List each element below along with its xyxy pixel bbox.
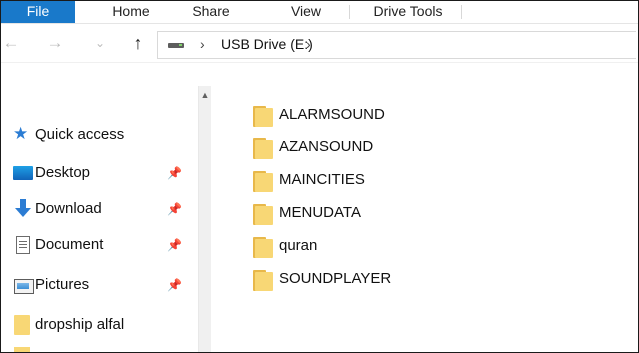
sidebar-item-dropship-folder[interactable]: dropship alfal: [1, 311, 195, 339]
star-icon: ★: [13, 124, 29, 143]
pin-icon[interactable]: 📌: [167, 231, 182, 259]
back-button[interactable]: ←: [1, 24, 21, 62]
file-name: MENUDATA: [279, 204, 361, 221]
file-name: ALARMSOUND: [279, 106, 385, 123]
folder-icon: [253, 269, 273, 291]
scroll-up-icon[interactable]: ▲: [199, 89, 211, 101]
folder-icon: [14, 347, 30, 352]
sidebar-item-label: dropship alfal: [35, 316, 125, 333]
tab-file[interactable]: File: [1, 1, 75, 23]
breadcrumb-chevron-icon[interactable]: ›: [200, 32, 205, 58]
sidebar-item-pictures[interactable]: Pictures 📌: [1, 271, 195, 299]
sidebar-item-downloads[interactable]: Download 📌: [1, 195, 195, 223]
breadcrumb-chevron-icon[interactable]: ›: [306, 32, 311, 58]
tab-home[interactable]: Home: [101, 1, 161, 23]
tab-separator: [349, 5, 350, 19]
forward-arrow-icon: →: [46, 33, 64, 52]
documents-icon: [16, 236, 30, 254]
file-name: quran: [279, 237, 318, 254]
sidebar-item-label: Desktop: [35, 164, 91, 181]
file-list: ALARMSOUND AZANSOUND MAINCITIES MENUDATA…: [213, 89, 638, 352]
sidebar-item-label: Quick access: [35, 126, 125, 143]
chevron-down-icon: ⌄: [94, 36, 106, 50]
navigation-pane: ★ Quick access Desktop 📌 Download 📌 Docu…: [1, 89, 195, 352]
pin-icon[interactable]: 📌: [167, 159, 182, 187]
tab-drive-tools[interactable]: Drive Tools: [363, 1, 453, 23]
list-item[interactable]: AZANSOUND: [249, 135, 499, 163]
folder-icon: [253, 137, 273, 159]
sidebar-item-desktop[interactable]: Desktop 📌: [1, 159, 195, 187]
folder-icon: [253, 203, 273, 225]
pictures-icon: [14, 279, 34, 294]
sidebar-item-label: Document: [35, 236, 104, 253]
list-item[interactable]: quran: [249, 234, 499, 262]
folder-icon: [14, 315, 30, 335]
list-item[interactable]: SOUNDPLAYER: [249, 267, 499, 295]
address-bar[interactable]: › USB Drive (E:) ›: [157, 31, 636, 59]
sidebar-item-label: Pictures: [35, 276, 90, 293]
list-item[interactable]: MENUDATA: [249, 201, 499, 229]
explorer-window: File Home Share View Drive Tools ← → ⌄ ↑…: [0, 0, 639, 353]
sidebar-item-label: Download: [35, 200, 102, 217]
download-icon: [15, 199, 31, 217]
file-name: AZANSOUND: [279, 138, 374, 155]
tab-view[interactable]: View: [281, 1, 331, 23]
folder-icon: [253, 170, 273, 192]
forward-button[interactable]: →: [45, 24, 65, 62]
up-arrow-icon: ↑: [133, 33, 143, 53]
list-item[interactable]: ALARMSOUND: [249, 103, 499, 131]
ribbon: File Home Share View Drive Tools: [1, 1, 638, 24]
recent-locations-button[interactable]: ⌄: [93, 24, 107, 62]
sidebar-item-documents[interactable]: Document 📌: [1, 231, 195, 259]
list-item[interactable]: MAINCITIES: [249, 168, 499, 196]
up-button[interactable]: ↑: [129, 24, 147, 62]
pin-icon[interactable]: 📌: [167, 195, 182, 223]
breadcrumb-usb-drive[interactable]: USB Drive (E:): [221, 32, 313, 58]
tab-share[interactable]: Share: [185, 1, 237, 23]
navigation-pane-scrollbar[interactable]: ▲: [198, 86, 211, 352]
navigation-bar: ← → ⌄ ↑ › USB Drive (E:) ›: [1, 24, 638, 63]
folder-icon: [253, 105, 273, 127]
usb-drive-icon: [168, 43, 184, 48]
sidebar-item-quick-access[interactable]: ★ Quick access: [1, 121, 195, 149]
file-name: MAINCITIES: [279, 171, 365, 188]
tab-separator: [461, 5, 462, 19]
back-arrow-icon: ←: [2, 33, 20, 52]
file-name: SOUNDPLAYER: [279, 270, 392, 287]
folder-icon: [253, 236, 273, 258]
desktop-icon: [13, 166, 33, 180]
pin-icon[interactable]: 📌: [167, 271, 182, 299]
